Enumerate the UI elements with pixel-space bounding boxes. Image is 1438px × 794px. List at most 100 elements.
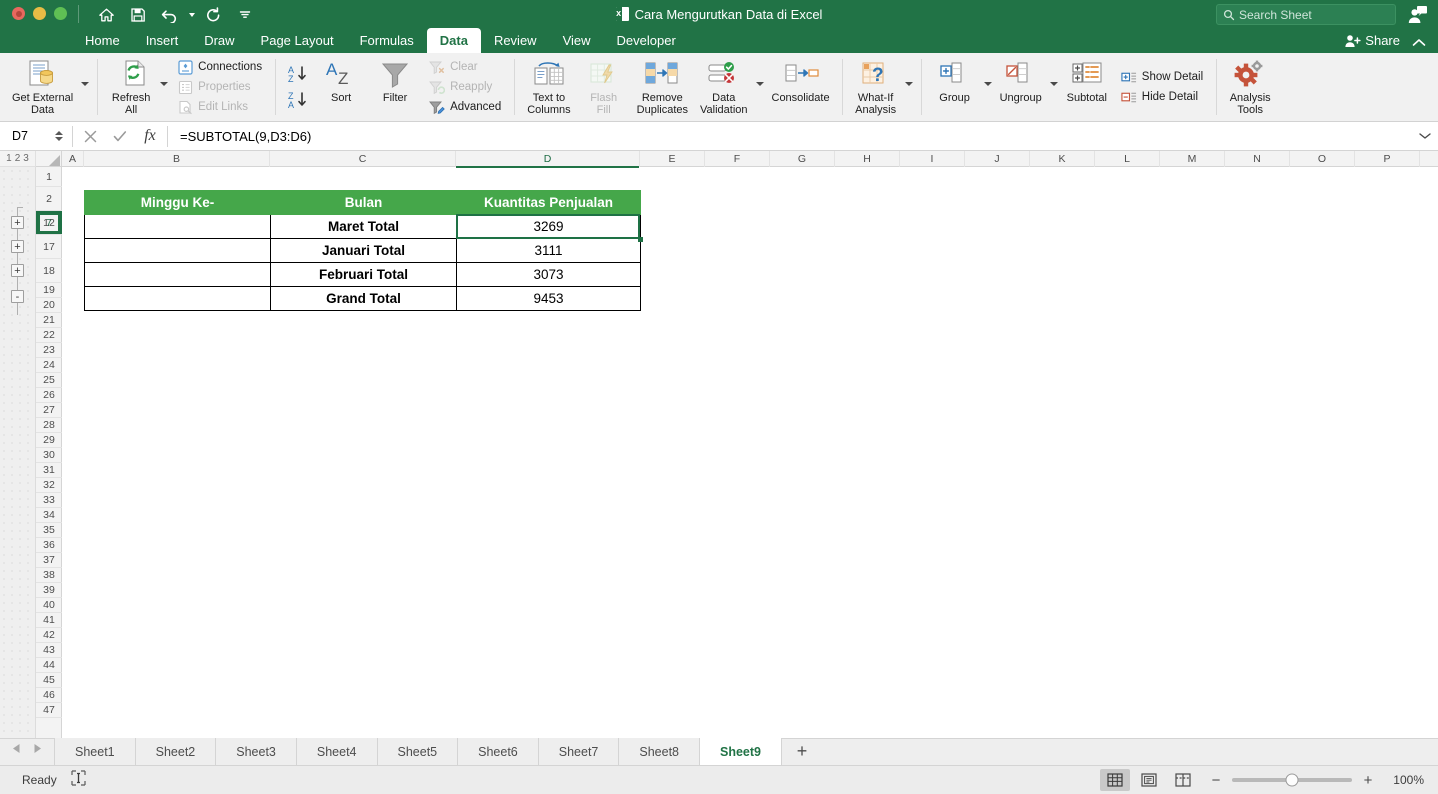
reapply-filter-button[interactable]: Reapply <box>426 78 504 96</box>
row-header-1[interactable]: 1 <box>36 167 62 187</box>
text-to-columns-button[interactable]: Text to Columns <box>521 53 576 121</box>
select-all-corner[interactable] <box>36 151 62 167</box>
row-header-47[interactable]: 47 <box>36 703 62 718</box>
spinner-up-icon[interactable] <box>55 131 63 135</box>
edit-links-button[interactable]: Edit Links <box>174 98 265 116</box>
group-button[interactable]: Group <box>928 53 982 104</box>
column-header-h[interactable]: H <box>835 151 900 167</box>
advanced-filter-button[interactable]: Advanced <box>426 98 504 116</box>
cell-minggu[interactable] <box>84 286 271 311</box>
column-header-g[interactable]: G <box>770 151 835 167</box>
column-header-i[interactable]: I <box>900 151 965 167</box>
cell-bulan[interactable]: Grand Total <box>270 286 457 311</box>
row-header-41[interactable]: 41 <box>36 613 62 628</box>
row-header-35[interactable]: 35 <box>36 523 62 538</box>
row-header-45[interactable]: 45 <box>36 673 62 688</box>
table-header-cell[interactable]: Kuantitas Penjualan <box>456 190 641 215</box>
row-header-2[interactable]: 2 <box>36 187 62 211</box>
row-header-32[interactable]: 32 <box>36 478 62 493</box>
cell-bulan[interactable]: Februari Total <box>270 262 457 287</box>
cell-bulan[interactable]: Januari Total <box>270 238 457 263</box>
sort-descending-button[interactable]: Z A <box>287 90 309 110</box>
page-break-icon[interactable] <box>1168 769 1198 791</box>
what-if-caret-icon[interactable] <box>904 82 913 86</box>
column-header-l[interactable]: L <box>1095 151 1160 167</box>
table-row[interactable]: Januari Total 3111 <box>84 238 641 263</box>
sheet-tab-sheet1[interactable]: Sheet1 <box>54 738 135 765</box>
sheet-tab-sheet7[interactable]: Sheet7 <box>537 738 619 765</box>
share-button[interactable]: Share <box>1345 28 1400 53</box>
sheet-tab-sheet5[interactable]: Sheet5 <box>376 738 458 765</box>
cell-kuantitas[interactable]: 3073 <box>456 262 641 287</box>
tab-view[interactable]: View <box>550 28 604 53</box>
sheet-tab-sheet9[interactable]: Sheet9 <box>699 738 782 765</box>
save-icon[interactable] <box>124 4 152 26</box>
add-sheet-button[interactable]: + <box>782 738 822 765</box>
column-header-k[interactable]: K <box>1030 151 1095 167</box>
row-header-33[interactable]: 33 <box>36 493 62 508</box>
account-icon[interactable] <box>1408 5 1428 29</box>
row-header-19[interactable]: 19 <box>36 283 62 298</box>
outline-level-3[interactable]: 3 <box>23 153 29 164</box>
row-header-28[interactable]: 28 <box>36 418 62 433</box>
fill-handle[interactable] <box>638 237 643 242</box>
table-row[interactable]: Grand Total 9453 <box>84 286 641 311</box>
column-header-a[interactable]: A <box>62 151 84 167</box>
filter-button[interactable]: Filter <box>368 53 422 121</box>
show-detail-button[interactable]: Show Detail <box>1118 68 1206 86</box>
ungroup-caret-icon[interactable] <box>1049 82 1058 86</box>
outline-expand-3[interactable]: + <box>11 264 24 277</box>
get-external-data-button[interactable]: Get External Data <box>6 53 79 116</box>
row-header-38[interactable]: 38 <box>36 568 62 583</box>
row-header-22[interactable]: 22 <box>36 328 62 343</box>
fx-icon[interactable]: fx <box>135 122 165 151</box>
refresh-all-button[interactable]: Refresh All <box>104 53 158 116</box>
table-row[interactable]: Februari Total 3073 <box>84 262 641 287</box>
sheet-tab-sheet4[interactable]: Sheet4 <box>295 738 377 765</box>
grid-view-icon[interactable] <box>1100 769 1130 791</box>
undo-dropdown-icon[interactable] <box>189 13 195 17</box>
column-header-m[interactable]: M <box>1160 151 1225 167</box>
column-header-n[interactable]: N <box>1225 151 1290 167</box>
search-sheet-box[interactable]: Search Sheet <box>1216 4 1396 25</box>
row-header-26[interactable]: 26 <box>36 388 62 403</box>
name-box-spinner[interactable] <box>52 131 66 141</box>
zoom-in-button[interactable]: + <box>1362 772 1374 789</box>
minimize-button[interactable] <box>33 7 46 20</box>
zoom-slider[interactable] <box>1232 773 1352 787</box>
row-header-23[interactable]: 23 <box>36 343 62 358</box>
sheet-tab-sheet2[interactable]: Sheet2 <box>134 738 216 765</box>
tab-draw[interactable]: Draw <box>191 28 247 53</box>
column-header-o[interactable]: O <box>1290 151 1355 167</box>
tab-data[interactable]: Data <box>426 28 481 53</box>
group-caret-icon[interactable] <box>983 82 992 86</box>
tab-review[interactable]: Review <box>481 28 550 53</box>
row-header-17[interactable]: 17 <box>36 235 62 259</box>
maximize-button[interactable] <box>54 7 67 20</box>
spinner-down-icon[interactable] <box>55 137 63 141</box>
cancel-icon[interactable] <box>75 122 105 151</box>
row-header-18[interactable]: 18 <box>36 259 62 283</box>
column-header-j[interactable]: J <box>965 151 1030 167</box>
formula-input[interactable]: =SUBTOTAL(9,D3:D6) <box>168 129 1412 144</box>
name-box[interactable]: D7 <box>0 122 72 151</box>
connections-button[interactable]: Connections <box>174 58 265 76</box>
page-layout-icon[interactable] <box>1134 769 1164 791</box>
get-external-data-caret-icon[interactable] <box>81 82 90 86</box>
analysis-tools-button[interactable]: Analysis Tools <box>1223 53 1277 121</box>
outline-collapse[interactable]: - <box>11 290 24 303</box>
consolidate-button[interactable]: Consolidate <box>766 53 836 121</box>
row-header-46[interactable]: 46 <box>36 688 62 703</box>
chevron-down-icon[interactable] <box>1412 132 1438 140</box>
data-validation-button[interactable]: Data Validation <box>694 53 754 116</box>
row-header-39[interactable]: 39 <box>36 583 62 598</box>
outline-expand-1[interactable]: + <box>11 216 24 229</box>
row-header-25[interactable]: 25 <box>36 373 62 388</box>
clear-filter-button[interactable]: Clear <box>426 58 504 76</box>
cell-kuantitas[interactable]: 9453 <box>456 286 641 311</box>
zoom-slider-thumb[interactable] <box>1285 773 1299 787</box>
table-header-cell[interactable]: Bulan <box>270 190 457 215</box>
redo-icon[interactable] <box>199 4 227 26</box>
data-table[interactable]: Minggu Ke- Bulan Kuantitas Penjualan Maret … <box>84 190 641 311</box>
row-header-31[interactable]: 31 <box>36 463 62 478</box>
